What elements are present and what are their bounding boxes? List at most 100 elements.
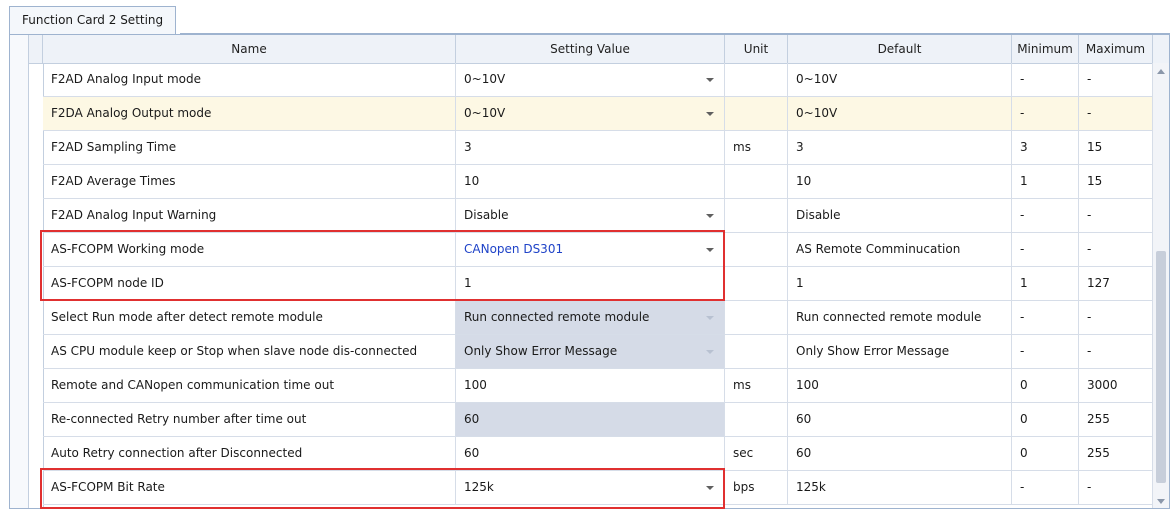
table-row[interactable]: F2AD Analog Input Warning Disable Disabl…: [43, 199, 1153, 233]
row-maximum: 15: [1079, 165, 1153, 198]
setting-value-text: 0~10V: [464, 72, 506, 86]
table-row[interactable]: Re-connected Retry number after time out…: [43, 403, 1153, 437]
row-default: 125k: [788, 471, 1012, 504]
setting-value-dropdown-disabled: Run connected remote module: [456, 301, 725, 334]
chevron-down-icon[interactable]: [706, 78, 714, 82]
row-name: F2AD Analog Input mode: [43, 63, 456, 96]
chevron-down-icon: [706, 316, 714, 320]
scroll-up-arrow-icon[interactable]: [1157, 69, 1165, 74]
setting-value-input[interactable]: 3: [456, 131, 725, 164]
row-indicator-column: [10, 35, 29, 508]
setting-value-input[interactable]: 60: [456, 437, 725, 470]
row-maximum: 127: [1079, 267, 1153, 300]
chevron-down-icon[interactable]: [706, 248, 714, 252]
table-row[interactable]: F2AD Average Times 10 10 1 15: [43, 165, 1153, 199]
header-setting-value[interactable]: Setting Value: [456, 35, 725, 63]
tab-function-card-2-setting[interactable]: Function Card 2 Setting: [9, 6, 177, 34]
row-name: Re-connected Retry number after time out: [43, 403, 456, 436]
row-default: Disable: [788, 199, 1012, 232]
table-row[interactable]: AS-FCOPM node ID 1 1 1 127: [43, 267, 1153, 301]
table-row[interactable]: F2AD Analog Input mode 0~10V 0~10V - -: [43, 63, 1153, 97]
table-row[interactable]: Auto Retry connection after Disconnected…: [43, 437, 1153, 471]
setting-value-text: Run connected remote module: [464, 310, 650, 324]
header-unit[interactable]: Unit: [725, 35, 788, 63]
row-name: AS-FCOPM Bit Rate: [43, 471, 456, 504]
row-minimum: 3: [1012, 131, 1079, 164]
row-name: F2AD Sampling Time: [43, 131, 456, 164]
row-unit: ms: [725, 131, 788, 164]
header-default[interactable]: Default: [788, 35, 1012, 63]
chevron-down-icon[interactable]: [706, 486, 714, 490]
row-minimum: -: [1012, 233, 1079, 266]
setting-value-dropdown[interactable]: 125k: [456, 471, 725, 504]
row-default: 60: [788, 403, 1012, 436]
row-unit: ms: [725, 369, 788, 402]
row-name: AS-FCOPM Working mode: [43, 233, 456, 266]
chevron-down-icon[interactable]: [706, 214, 714, 218]
row-name: F2DA Analog Output mode: [43, 97, 456, 130]
row-default: 1: [788, 267, 1012, 300]
row-minimum: 0: [1012, 403, 1079, 436]
setting-value-input[interactable]: 10: [456, 165, 725, 198]
row-minimum: -: [1012, 335, 1079, 368]
row-minimum: 1: [1012, 267, 1079, 300]
row-maximum: -: [1079, 335, 1153, 368]
header-name[interactable]: Name: [43, 35, 456, 63]
table-row[interactable]: Select Run mode after detect remote modu…: [43, 301, 1153, 335]
row-maximum: -: [1079, 301, 1153, 334]
table-row[interactable]: AS CPU module keep or Stop when slave no…: [43, 335, 1153, 369]
row-name: AS CPU module keep or Stop when slave no…: [43, 335, 456, 368]
row-maximum: 255: [1079, 437, 1153, 470]
setting-value-dropdown-disabled: Only Show Error Message: [456, 335, 725, 368]
row-unit: [725, 335, 788, 368]
setting-value-dropdown[interactable]: CANopen DS301: [456, 233, 725, 266]
setting-value-text: Only Show Error Message: [464, 344, 618, 358]
row-maximum: -: [1079, 233, 1153, 266]
row-default: AS Remote Comminucation: [788, 233, 1012, 266]
setting-value-text: Disable: [464, 208, 509, 222]
vertical-scrollbar[interactable]: [1152, 63, 1169, 508]
row-minimum: 1: [1012, 165, 1079, 198]
row-maximum: -: [1079, 471, 1153, 504]
row-minimum: 0: [1012, 369, 1079, 402]
row-unit: [725, 301, 788, 334]
tab-bar: Function Card 2 Setting: [0, 0, 1170, 34]
setting-value-dropdown[interactable]: 0~10V: [456, 63, 725, 96]
row-maximum: 15: [1079, 131, 1153, 164]
row-unit: [725, 233, 788, 266]
setting-value-input[interactable]: 100: [456, 369, 725, 402]
row-unit: [725, 199, 788, 232]
row-unit: [725, 267, 788, 300]
header-maximum[interactable]: Maximum: [1079, 35, 1153, 63]
row-unit: [725, 403, 788, 436]
header-indent: [28, 35, 43, 63]
setting-value-dropdown[interactable]: 0~10V: [456, 97, 725, 130]
row-default: 0~10V: [788, 63, 1012, 96]
row-name: Select Run mode after detect remote modu…: [43, 301, 456, 334]
scrollbar-thumb[interactable]: [1156, 251, 1166, 483]
setting-value-text: 125k: [464, 480, 494, 494]
settings-grid: Name Setting Value Unit Default Minimum …: [9, 34, 1170, 509]
scroll-down-arrow-icon[interactable]: [1157, 499, 1165, 504]
row-default: 60: [788, 437, 1012, 470]
table-row[interactable]: F2AD Sampling Time 3 ms 3 3 15: [43, 131, 1153, 165]
table-row[interactable]: AS-FCOPM Bit Rate 125k bps 125k - -: [43, 471, 1153, 505]
row-minimum: -: [1012, 471, 1079, 504]
chevron-down-icon[interactable]: [706, 112, 714, 116]
row-default: 10: [788, 165, 1012, 198]
setting-value-dropdown[interactable]: Disable: [456, 199, 725, 232]
header-minimum[interactable]: Minimum: [1012, 35, 1079, 63]
setting-value-input[interactable]: 1: [456, 267, 725, 300]
chevron-down-icon: [706, 350, 714, 354]
row-default: Only Show Error Message: [788, 335, 1012, 368]
row-maximum: -: [1079, 199, 1153, 232]
row-default: 3: [788, 131, 1012, 164]
row-unit: [725, 165, 788, 198]
row-default: 0~10V: [788, 97, 1012, 130]
row-default: 100: [788, 369, 1012, 402]
table-row[interactable]: Remote and CANopen communication time ou…: [43, 369, 1153, 403]
row-unit: bps: [725, 471, 788, 504]
setting-value-text: CANopen DS301: [464, 242, 564, 256]
table-row-selected[interactable]: F2DA Analog Output mode 0~10V 0~10V - -: [43, 97, 1153, 131]
table-row[interactable]: AS-FCOPM Working mode CANopen DS301 AS R…: [43, 233, 1153, 267]
